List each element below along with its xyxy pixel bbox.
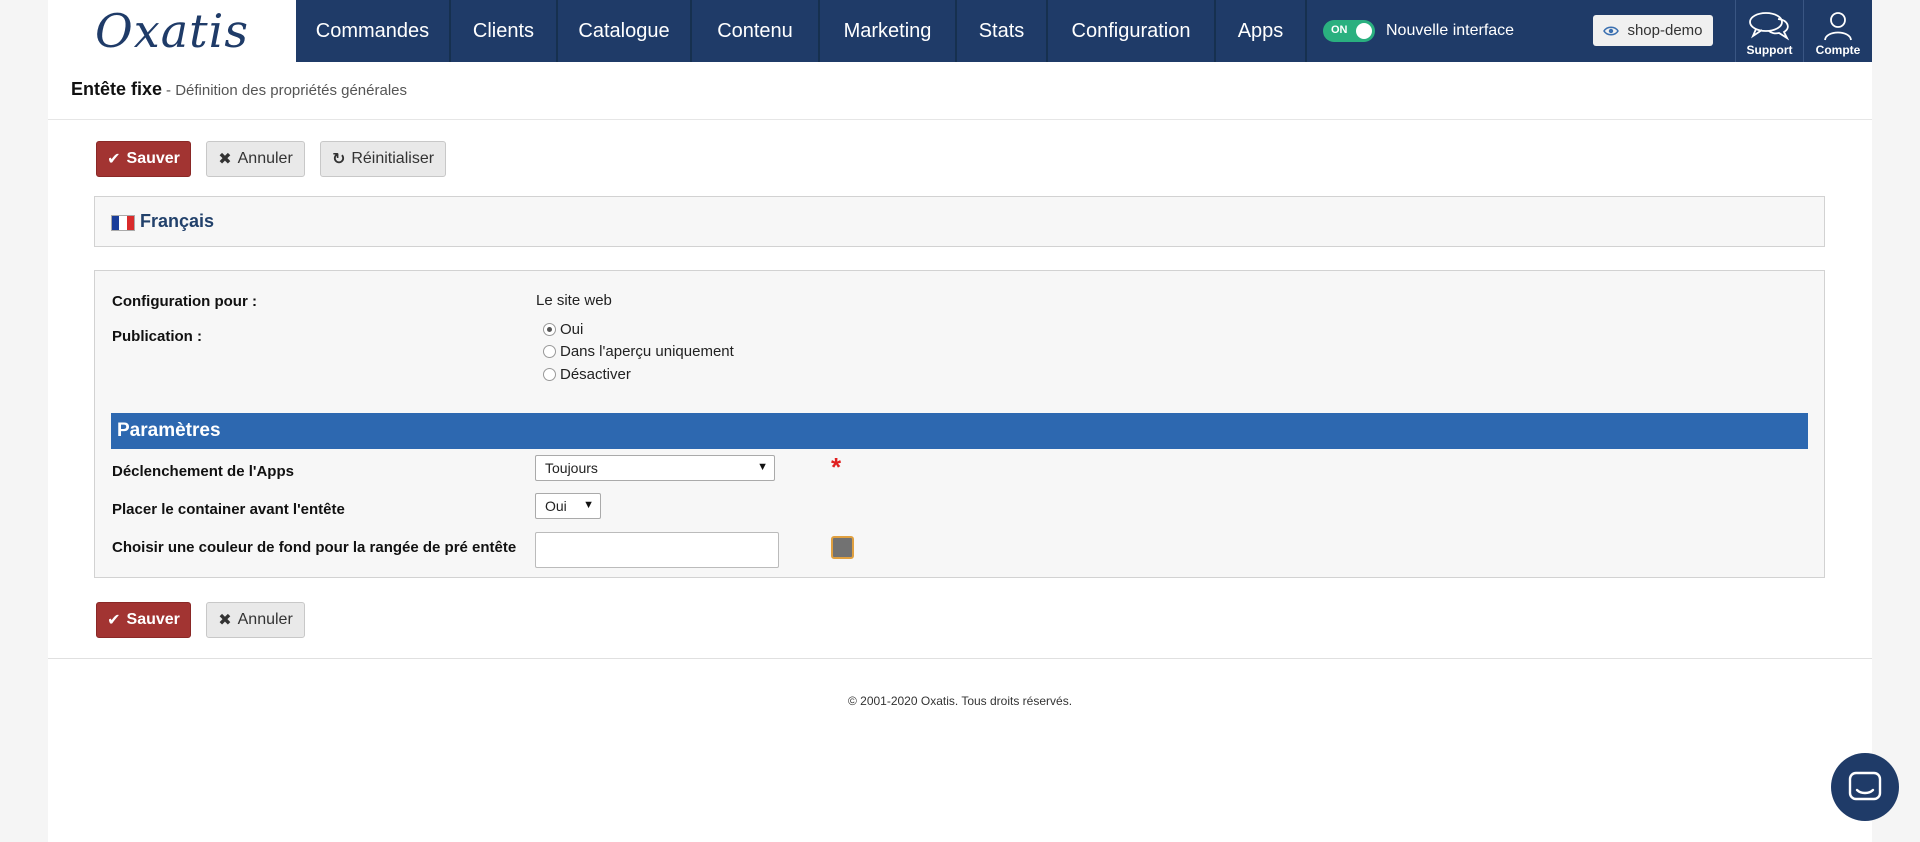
color-input[interactable]	[535, 532, 779, 568]
radio-button[interactable]	[543, 323, 556, 336]
footer-divider	[48, 658, 1872, 659]
language-label[interactable]: Français	[140, 211, 214, 232]
container-selected-value: Oui	[545, 498, 567, 514]
publication-option-yes[interactable]: Oui	[543, 321, 583, 338]
radio-button[interactable]	[543, 368, 556, 381]
divider	[48, 119, 1872, 120]
save-button-bottom[interactable]: ✔ Sauver	[96, 602, 191, 638]
container-label: Placer le container avant l'entête	[112, 501, 345, 518]
save-button-top[interactable]: ✔ Sauver	[96, 141, 191, 177]
app-root: Oxatis Commandes Clients Catalogue Conte…	[48, 0, 1872, 842]
cancel-button-top[interactable]: ✖ Annuler	[206, 141, 305, 177]
nav-item-marketing[interactable]: Marketing	[820, 0, 957, 62]
container-select[interactable]: Oui ▼	[535, 493, 601, 519]
trigger-select[interactable]: Toujours ▼	[535, 455, 775, 481]
required-marker: *	[831, 452, 842, 482]
chevron-down-icon: ▼	[757, 461, 768, 473]
close-icon: ✖	[218, 151, 232, 168]
color-picker-swatch[interactable]	[831, 536, 854, 559]
page-subtitle: - Définition des propriétés générales	[166, 82, 407, 99]
publication-option-label: Oui	[560, 321, 584, 338]
check-icon: ✔	[107, 612, 121, 629]
toggle-state-label: ON	[1331, 24, 1348, 36]
toggle-text: Nouvelle interface	[1386, 22, 1515, 39]
nav-item-apps[interactable]: Apps	[1216, 0, 1307, 62]
french-flag-icon	[111, 215, 135, 231]
publication-option-preview[interactable]: Dans l'aperçu uniquement	[543, 343, 734, 360]
nav-item-clients[interactable]: Clients	[451, 0, 558, 62]
refresh-icon: ↻	[331, 151, 346, 168]
account-label: Compte	[1815, 43, 1861, 57]
close-icon: ✖	[218, 612, 232, 629]
nav-item-catalogue[interactable]: Catalogue	[558, 0, 692, 62]
nav-item-configuration[interactable]: Configuration	[1048, 0, 1216, 62]
settings-form: Configuration pour : Le site web Publica…	[94, 270, 1825, 578]
publication-option-label: Désactiver	[560, 366, 631, 383]
nav-item-contenu[interactable]: Contenu	[692, 0, 820, 62]
chat-icon	[1848, 771, 1882, 801]
trigger-selected-value: Toujours	[545, 460, 598, 476]
cancel-button-bottom[interactable]: ✖ Annuler	[206, 602, 305, 638]
cancel-label: Annuler	[237, 611, 293, 628]
save-label: Sauver	[126, 611, 180, 628]
user-icon	[1824, 12, 1852, 41]
publication-option-label: Dans l'aperçu uniquement	[560, 343, 734, 360]
chat-launcher-button[interactable]	[1831, 753, 1899, 821]
radio-button[interactable]	[543, 345, 556, 358]
footer-copyright: © 2001-2020 Oxatis. Tous droits réservés…	[847, 694, 1073, 708]
toggle-switch[interactable]: ON	[1323, 20, 1375, 42]
account-button[interactable]: Compte	[1803, 0, 1872, 62]
new-interface-toggle[interactable]: ON Nouvelle interface	[1323, 0, 1514, 62]
support-button[interactable]: Support	[1735, 0, 1803, 62]
reset-button[interactable]: ↻ Réinitialiser	[320, 141, 446, 177]
shop-preview-label: shop-demo	[1627, 22, 1703, 39]
trigger-label: Déclenchement de l'Apps	[112, 463, 294, 480]
support-label: Support	[1746, 43, 1793, 57]
section-header-parametres: Paramètres	[111, 413, 1808, 449]
main-nav: Commandes Clients Catalogue Contenu Mark…	[296, 0, 1307, 62]
config-for-label: Configuration pour :	[112, 293, 257, 310]
shop-preview-button[interactable]: shop-demo	[1593, 15, 1713, 46]
config-for-value: Le site web	[536, 292, 612, 309]
reset-label: Réinitialiser	[351, 150, 435, 167]
nav-item-stats[interactable]: Stats	[957, 0, 1048, 62]
publication-label: Publication :	[112, 328, 202, 345]
cancel-label: Annuler	[237, 150, 293, 167]
page-title-text: Entête fixe	[71, 79, 163, 99]
check-icon: ✔	[107, 151, 121, 168]
color-label: Choisir une couleur de fond pour la rang…	[112, 539, 517, 556]
eye-icon	[1603, 26, 1620, 35]
oxatis-logo[interactable]: Oxatis	[48, 0, 296, 62]
chevron-down-icon: ▼	[583, 499, 594, 511]
publication-option-disable[interactable]: Désactiver	[543, 366, 631, 383]
top-navigation-bar: Oxatis Commandes Clients Catalogue Conte…	[48, 0, 1872, 62]
language-panel: Français	[94, 196, 1825, 247]
nav-item-commandes[interactable]: Commandes	[296, 0, 451, 62]
page-title: Entête fixe - Définition des propriétés g…	[71, 79, 407, 100]
speech-bubbles-icon	[1748, 12, 1789, 41]
save-label: Sauver	[126, 150, 180, 167]
toggle-knob	[1356, 23, 1372, 39]
logo-text: Oxatis	[95, 4, 249, 58]
